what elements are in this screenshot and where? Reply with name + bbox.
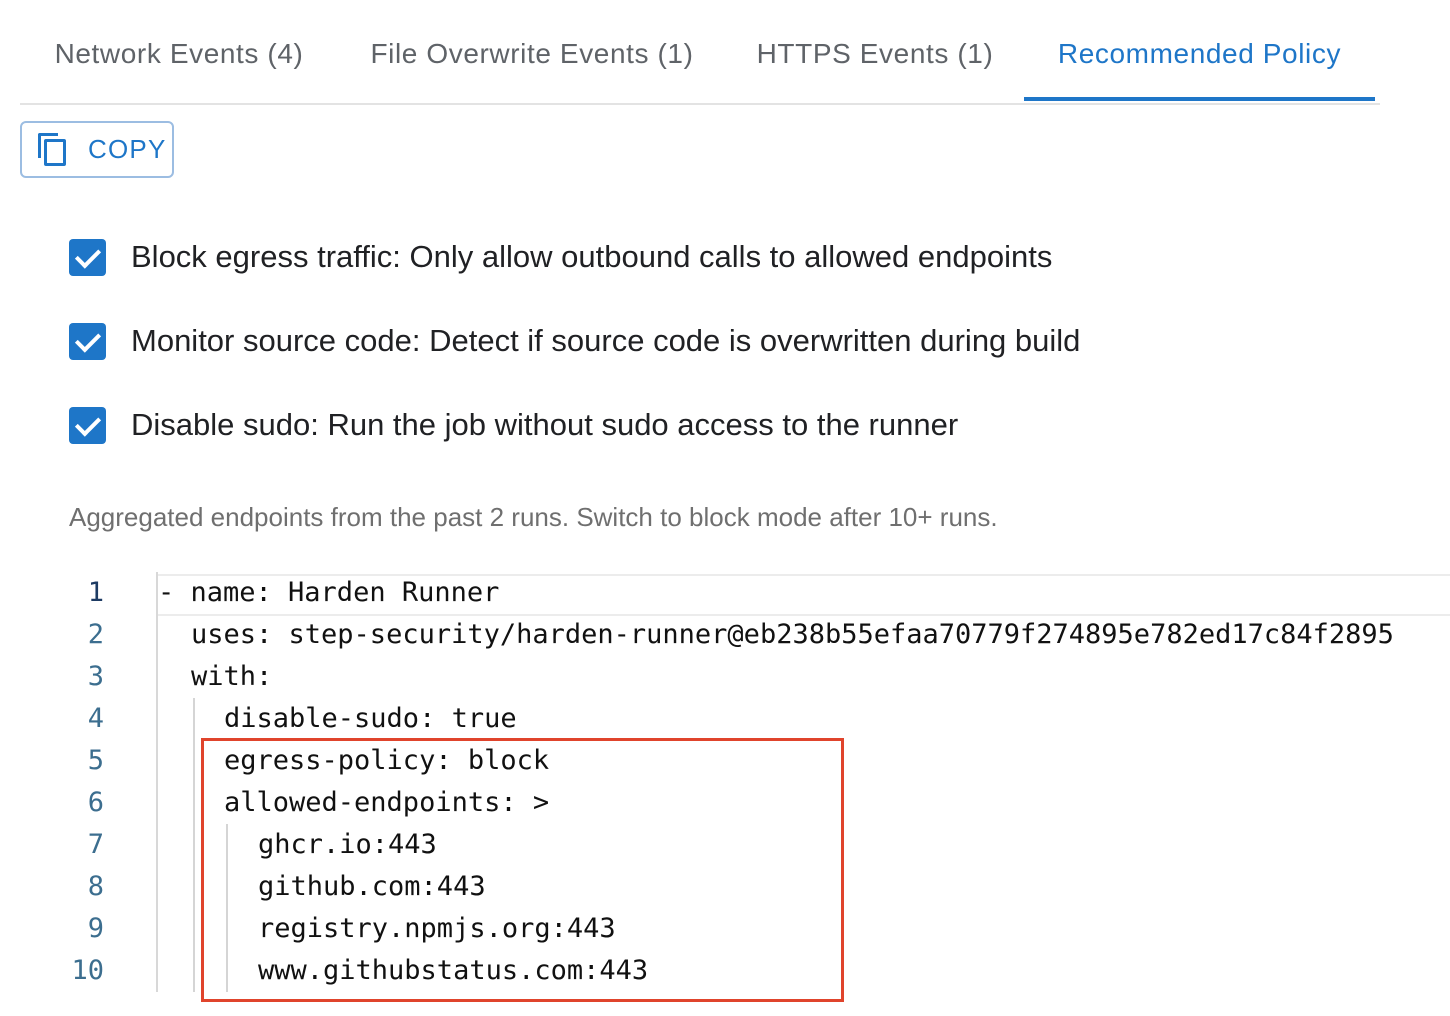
disable-sudo-checkbox[interactable]	[69, 406, 106, 444]
code-line: www.githubstatus.com:443	[258, 955, 649, 986]
code-line: disable-sudo: true	[224, 703, 517, 734]
tab-file-overwrite-events[interactable]: File Overwrite Events (1)	[338, 0, 726, 103]
tab-network-events[interactable]: Network Events (4)	[20, 0, 338, 103]
code-area[interactable]: - name: Harden Runner uses: step-securit…	[156, 572, 1450, 992]
line-number: 1	[87, 577, 104, 608]
indent-guide	[193, 698, 195, 992]
active-tab-indicator	[1024, 97, 1375, 101]
code-line: allowed-endpoints: >	[224, 787, 550, 818]
monitor-source-label: Monitor source code: Detect if source co…	[131, 323, 1081, 358]
aggregated-endpoints-note: Aggregated endpoints from the past 2 run…	[69, 502, 998, 532]
code-line: with:	[191, 661, 273, 692]
tab-https-events[interactable]: HTTPS Events (1)	[726, 0, 1024, 103]
line-number: 5	[87, 745, 104, 776]
monitor-source-checkbox[interactable]	[69, 322, 106, 360]
block-egress-checkbox[interactable]	[69, 238, 106, 276]
line-number: 7	[87, 829, 104, 860]
code-line: uses: step-security/harden-runner@eb238b…	[191, 619, 1394, 650]
line-number: 10	[71, 955, 104, 986]
option-block-egress: Block egress traffic: Only allow outboun…	[69, 237, 1052, 277]
line-number: 6	[87, 787, 104, 818]
line-number: 3	[87, 661, 104, 692]
option-monitor-source: Monitor source code: Detect if source co…	[69, 321, 1080, 361]
code-line: github.com:443	[258, 871, 486, 902]
line-number: 8	[87, 871, 104, 902]
copy-icon	[38, 132, 68, 167]
code-line: egress-policy: block	[224, 745, 550, 776]
line-number: 4	[87, 703, 104, 734]
block-egress-label: Block egress traffic: Only allow outboun…	[131, 239, 1053, 274]
tab-recommended-policy[interactable]: Recommended Policy	[1024, 0, 1375, 103]
code-editor[interactable]: 1 2 3 4 5 6 7 8 9 10 - name: Harden Runn…	[60, 572, 1450, 992]
copy-button[interactable]: COPY	[20, 121, 174, 178]
code-line: - name: Harden Runner	[158, 577, 500, 608]
disable-sudo-label: Disable sudo: Run the job without sudo a…	[131, 407, 959, 442]
line-number: 9	[87, 913, 104, 944]
line-number: 2	[87, 619, 104, 650]
code-line: ghcr.io:443	[258, 829, 437, 860]
tab-bar: Network Events (4) File Overwrite Events…	[20, 0, 1380, 105]
indent-guide	[226, 824, 228, 992]
option-disable-sudo: Disable sudo: Run the job without sudo a…	[69, 405, 958, 445]
copy-button-label: COPY	[88, 134, 167, 164]
code-line: registry.npmjs.org:443	[258, 913, 616, 944]
